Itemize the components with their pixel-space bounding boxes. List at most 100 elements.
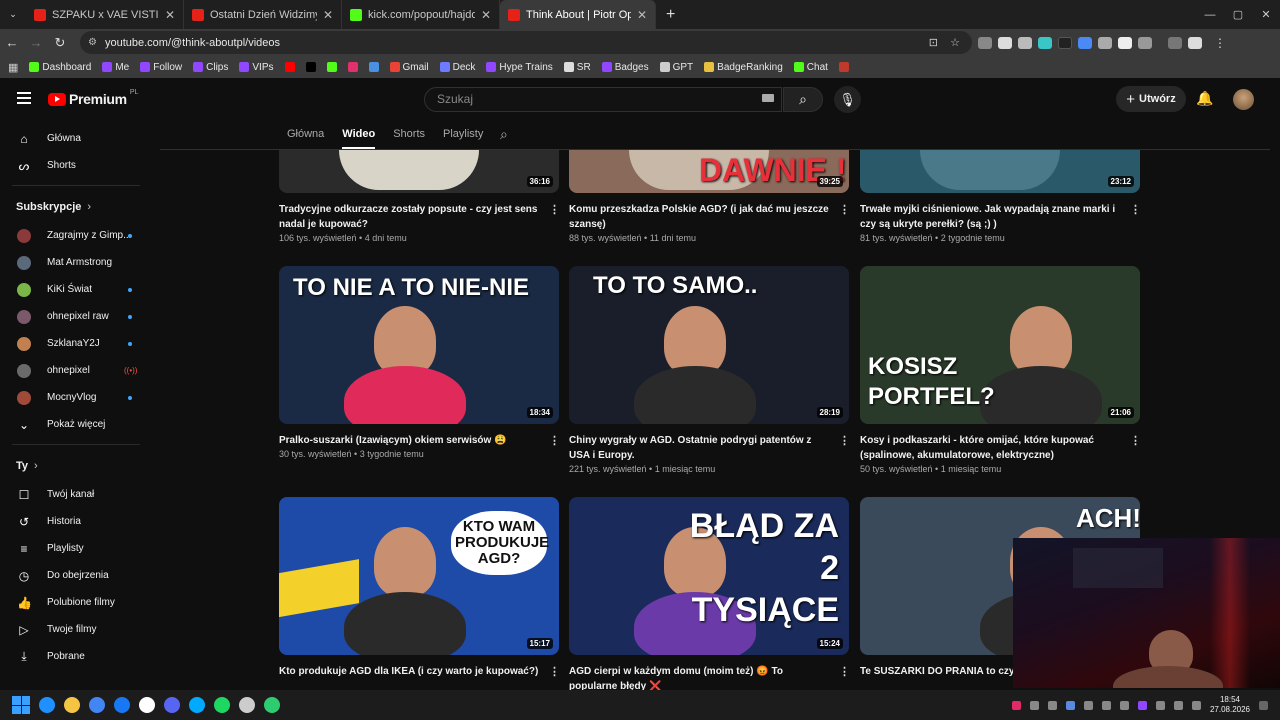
tab-close-icon[interactable]: ✕ bbox=[481, 8, 491, 22]
sidebar-subscription[interactable]: Mat Armstrong bbox=[0, 249, 152, 276]
tray-icon[interactable] bbox=[1083, 700, 1093, 710]
channel-tab[interactable]: Shorts bbox=[393, 128, 425, 140]
video-title[interactable]: Trwałe myjki ciśnieniowe. Jak wypadają z… bbox=[860, 202, 1122, 232]
bookmark-item[interactable]: GPT bbox=[659, 62, 693, 73]
bookmark-item[interactable] bbox=[368, 62, 379, 72]
extension-icon[interactable] bbox=[1018, 36, 1032, 49]
video-thumbnail[interactable]: KTO WAM PRODUKUJE AGD? 15:17 bbox=[279, 497, 559, 655]
sidebar-subscription[interactable]: SzklanaY2J bbox=[0, 330, 152, 357]
tray-icon[interactable] bbox=[1011, 700, 1021, 710]
browser-menu-icon[interactable]: ⋮ bbox=[1214, 36, 1226, 50]
taskbar-app-icon[interactable] bbox=[39, 697, 55, 713]
video-title[interactable]: Kto produkuje AGD dla IKEA (i czy warto … bbox=[279, 664, 541, 679]
sidebar-item-watch-later[interactable]: ◷ Do obejrzenia bbox=[0, 562, 152, 589]
reload-icon[interactable]: ↻ bbox=[48, 35, 72, 51]
sidebar-item-playlists[interactable]: ≡ Playlisty bbox=[0, 535, 152, 562]
video-title[interactable]: Chiny wygrały w AGD. Ostatnie podrygi pa… bbox=[569, 433, 831, 463]
bookmark-item[interactable]: Chat bbox=[793, 62, 828, 73]
bookmark-item[interactable]: BadgeRanking bbox=[704, 62, 783, 73]
taskbar-app-icon[interactable] bbox=[164, 697, 180, 713]
bookmark-item[interactable] bbox=[347, 62, 358, 72]
more-options-icon[interactable]: ⋮ bbox=[839, 665, 850, 678]
bookmark-item[interactable]: SR bbox=[563, 62, 591, 73]
video-thumbnail[interactable]: KOSISZ PORTFEL? 21:06 bbox=[860, 266, 1140, 424]
windows-start-icon[interactable] bbox=[12, 696, 30, 714]
video-thumbnail[interactable]: TO NIE A TO NIE-NIE 18:34 bbox=[279, 266, 559, 424]
video-thumbnail[interactable]: 23:12 bbox=[860, 150, 1140, 193]
taskbar-app-icon[interactable] bbox=[114, 697, 130, 713]
bookmark-item[interactable]: Deck bbox=[439, 62, 475, 73]
taskbar-app-icon[interactable] bbox=[89, 697, 105, 713]
bookmark-item[interactable]: Gmail bbox=[389, 62, 429, 73]
sidebar-item-like[interactable]: 👍 Polubione filmy bbox=[0, 589, 152, 616]
forward-icon[interactable]: → bbox=[24, 35, 48, 50]
tab-close-icon[interactable]: ✕ bbox=[637, 8, 647, 22]
sidebar-subscription[interactable]: ohnepixel raw bbox=[0, 303, 152, 330]
sidebar-item-history[interactable]: ↺ Historia bbox=[0, 508, 152, 535]
tray-icon[interactable] bbox=[1155, 700, 1165, 710]
video-title[interactable]: Kosy i podkaszarki - które omijać, które… bbox=[860, 433, 1122, 463]
video-thumbnail[interactable]: BŁĄD ZA 2 TYSIĄCE 15:24 bbox=[569, 497, 849, 655]
volume-icon[interactable] bbox=[1191, 700, 1201, 710]
extension-icon[interactable] bbox=[1058, 36, 1072, 49]
sidebar-subscription[interactable]: Zagrajmy z Gimp... bbox=[0, 222, 152, 249]
browser-tab[interactable]: Ostatni Dzień Widzimy to Zbroj ✕ bbox=[184, 0, 342, 29]
bookmark-item[interactable] bbox=[838, 62, 849, 72]
sidebar-item-shorts[interactable]: ᔕ Shorts bbox=[0, 152, 152, 179]
bookmark-item[interactable]: Clips bbox=[193, 62, 228, 73]
browser-tab[interactable]: SZPAKU x VAE VISTIC - FIOLETO ✕ bbox=[26, 0, 184, 29]
bookmark-star-icon[interactable]: ☆ bbox=[950, 36, 960, 49]
channel-tab[interactable]: Playlisty bbox=[443, 128, 483, 140]
site-info-icon[interactable]: ⚙ bbox=[88, 37, 97, 48]
more-options-icon[interactable]: ⋮ bbox=[839, 434, 850, 447]
more-options-icon[interactable]: ⋮ bbox=[549, 434, 560, 447]
show-more-button[interactable]: ⌄ Pokaż więcej bbox=[0, 411, 152, 438]
sidebar-item-home[interactable]: ⌂ Główna bbox=[0, 125, 152, 152]
search-button[interactable]: ⌕ bbox=[783, 87, 823, 112]
browser-tab[interactable]: kick.com/popout/hajdook/chat ✕ bbox=[342, 0, 500, 29]
search-input[interactable]: Szukaj bbox=[424, 87, 782, 112]
bookmark-item[interactable]: Hype Trains bbox=[486, 62, 553, 73]
sidebar-item-channel[interactable]: ☐ Twój kanał bbox=[0, 481, 152, 508]
back-icon[interactable]: ← bbox=[0, 35, 24, 50]
avatar[interactable] bbox=[1233, 89, 1254, 110]
create-button[interactable]: + Utwórz bbox=[1116, 86, 1186, 112]
taskbar-app-icon[interactable] bbox=[239, 697, 255, 713]
tray-icon[interactable] bbox=[1065, 700, 1075, 710]
tray-icon[interactable] bbox=[1029, 700, 1039, 710]
you-heading[interactable]: Ty › bbox=[0, 451, 152, 481]
minimize-icon[interactable]: — bbox=[1196, 9, 1224, 21]
reading-list-icon[interactable] bbox=[1168, 36, 1182, 49]
extension-icon[interactable] bbox=[998, 36, 1012, 49]
maximize-icon[interactable]: ▢ bbox=[1224, 8, 1252, 21]
profile-icon[interactable] bbox=[1188, 36, 1202, 49]
video-title[interactable]: Pralko-suszarki (Izawiącym) okiem serwis… bbox=[279, 433, 541, 448]
apps-grid-icon[interactable]: ▦ bbox=[8, 61, 18, 74]
bookmark-item[interactable] bbox=[305, 62, 316, 72]
youtube-premium-logo[interactable]: Premium PL bbox=[48, 89, 138, 107]
extension-icon[interactable] bbox=[1118, 36, 1132, 49]
sidebar-item-download[interactable]: ⤓ Pobrane bbox=[0, 643, 152, 670]
extension-icon[interactable] bbox=[978, 36, 992, 49]
new-tab-button[interactable]: + bbox=[656, 6, 685, 24]
tab-close-icon[interactable]: ✕ bbox=[165, 8, 175, 22]
tray-icon[interactable] bbox=[1119, 700, 1129, 710]
video-thumbnail[interactable]: TO TO SAMO.. 28:19 bbox=[569, 266, 849, 424]
channel-search-icon[interactable]: ⌕ bbox=[500, 126, 508, 143]
bookmark-item[interactable]: Me bbox=[102, 62, 129, 73]
bookmark-item[interactable]: Badges bbox=[601, 62, 649, 73]
sidebar-subscription[interactable]: MocnyVlog bbox=[0, 384, 152, 411]
menu-icon[interactable] bbox=[17, 92, 31, 107]
more-options-icon[interactable]: ⋮ bbox=[549, 665, 560, 678]
bookmark-item[interactable]: VIPs bbox=[239, 62, 274, 73]
extensions-puzzle-icon[interactable] bbox=[1138, 36, 1152, 49]
more-options-icon[interactable]: ⋮ bbox=[549, 203, 560, 216]
extension-icon[interactable] bbox=[1078, 36, 1092, 49]
sidebar-subscription[interactable]: ohnepixel ((•)) bbox=[0, 357, 152, 384]
sidebar-subscription[interactable]: KiKi Świat bbox=[0, 276, 152, 303]
clock[interactable]: 18:54 27.08.2026 bbox=[1210, 695, 1250, 715]
tab-list-icon[interactable]: ⌄ bbox=[0, 9, 26, 20]
subscriptions-heading[interactable]: Subskrypcje › bbox=[0, 192, 152, 222]
taskbar-app-icon[interactable] bbox=[189, 697, 205, 713]
browser-tab[interactable]: Think About | Piotr Opulski - Yo ✕ bbox=[500, 0, 656, 29]
